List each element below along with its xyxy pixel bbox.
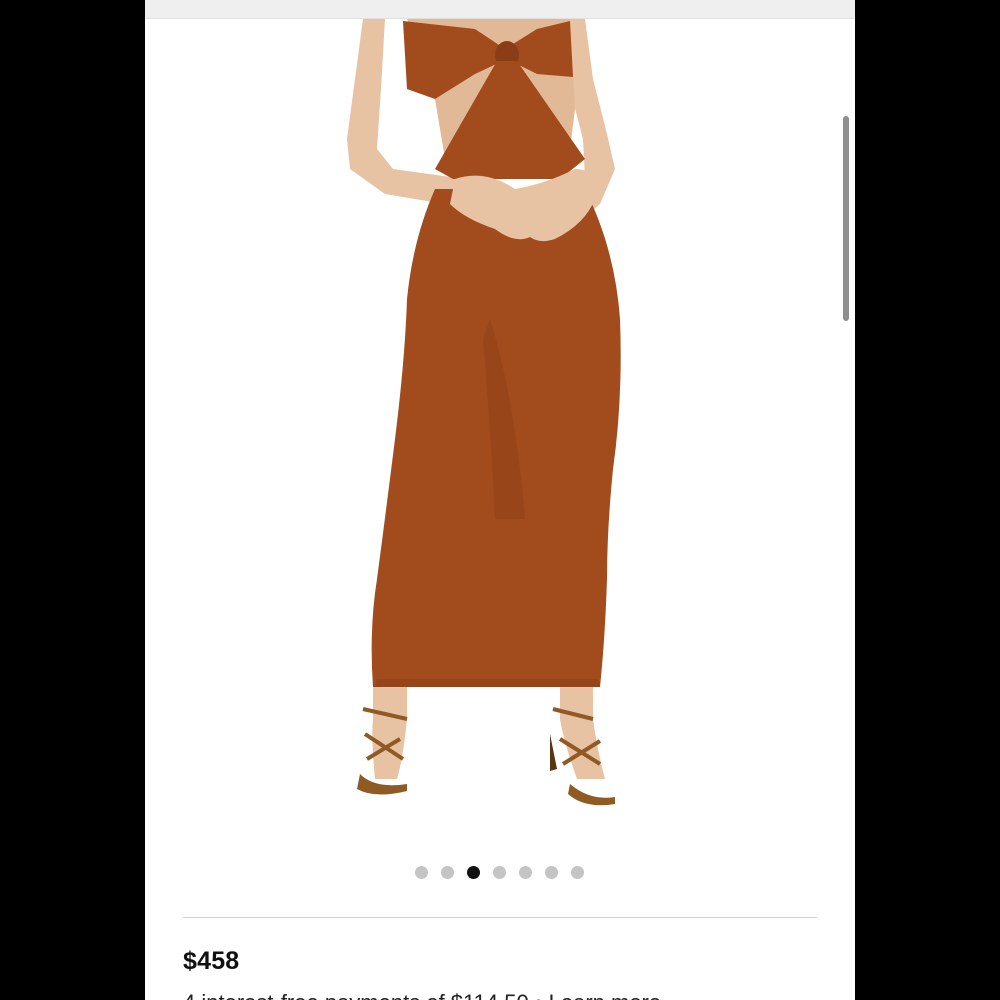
right-letterbox bbox=[855, 0, 1000, 1000]
left-letterbox bbox=[0, 0, 145, 1000]
gallery-dot[interactable] bbox=[441, 865, 454, 879]
left-leg bbox=[372, 687, 407, 779]
gallery-dot-active[interactable] bbox=[467, 865, 480, 879]
gallery-dot[interactable] bbox=[571, 865, 584, 879]
top-bar bbox=[145, 0, 855, 19]
product-page: $458 4 interest-free payments of $114.50… bbox=[145, 0, 855, 1000]
gallery-dot[interactable] bbox=[415, 865, 428, 879]
product-price: $458 bbox=[183, 947, 240, 975]
gallery-dots bbox=[415, 865, 584, 879]
gallery-dot[interactable] bbox=[545, 865, 558, 879]
installment-text: 4 interest-free payments of $114.50 • Le… bbox=[183, 990, 661, 1000]
divider bbox=[183, 917, 817, 918]
scrollbar[interactable] bbox=[843, 116, 849, 321]
right-sandal bbox=[568, 784, 615, 806]
gallery-dot[interactable] bbox=[493, 865, 506, 879]
gallery-dot[interactable] bbox=[519, 865, 532, 879]
product-image[interactable] bbox=[145, 19, 855, 839]
